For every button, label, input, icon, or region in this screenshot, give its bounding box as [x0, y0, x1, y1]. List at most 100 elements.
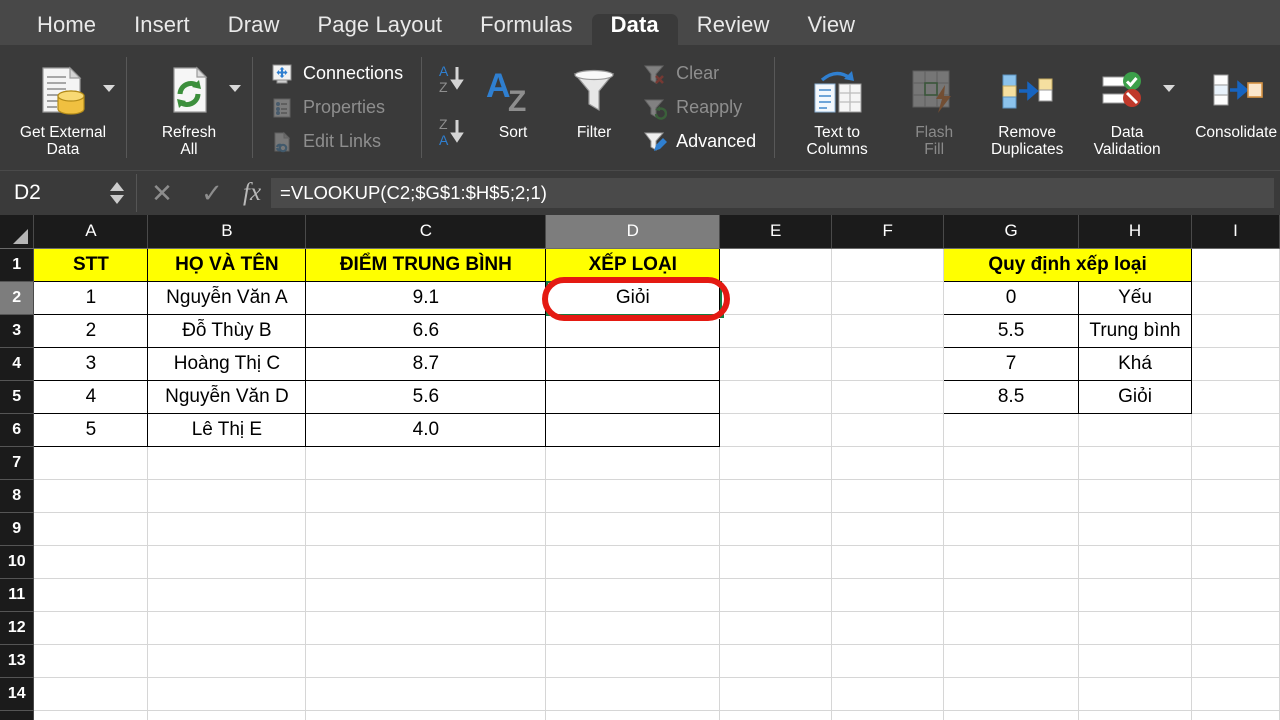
- cell-C7[interactable]: [305, 446, 547, 480]
- row-header-11[interactable]: 11: [0, 578, 35, 612]
- cell-D9[interactable]: [545, 512, 721, 546]
- row-header-4[interactable]: 4: [0, 347, 35, 381]
- insert-function-icon[interactable]: fx: [237, 179, 271, 207]
- cell-E5[interactable]: [719, 380, 833, 414]
- cell-I1[interactable]: [1191, 248, 1280, 282]
- cell-D1[interactable]: XẾP LOẠI: [545, 247, 721, 282]
- cell-A15[interactable]: [33, 710, 149, 720]
- tab-data[interactable]: Data: [591, 14, 678, 47]
- cell-H12[interactable]: [1078, 611, 1193, 645]
- cell-F15[interactable]: [831, 710, 945, 720]
- cell-I8[interactable]: [1191, 479, 1280, 513]
- cell-H3[interactable]: Trung bình: [1078, 313, 1193, 348]
- connections-button[interactable]: Connections: [265, 58, 408, 90]
- cell-F14[interactable]: [831, 677, 945, 711]
- cell-C5[interactable]: 5.6: [305, 379, 547, 414]
- cell-C15[interactable]: [305, 710, 547, 720]
- cell-C13[interactable]: [305, 644, 547, 678]
- cell-G8[interactable]: [943, 479, 1080, 513]
- cell-G7[interactable]: [943, 446, 1080, 480]
- cell-C6[interactable]: 4.0: [305, 412, 547, 447]
- row-header-7[interactable]: 7: [0, 446, 35, 480]
- text-to-columns-button[interactable]: Text to Columns: [783, 52, 891, 164]
- cell-A4[interactable]: 3: [33, 346, 149, 381]
- cell-A9[interactable]: [33, 512, 149, 546]
- cell-B10[interactable]: [147, 545, 307, 579]
- cell-I9[interactable]: [1191, 512, 1280, 546]
- cell-G11[interactable]: [943, 578, 1080, 612]
- cell-I2[interactable]: [1191, 281, 1280, 315]
- fill-handle[interactable]: [718, 312, 725, 319]
- cell-B6[interactable]: Lê Thị E: [147, 412, 307, 447]
- cell-A12[interactable]: [33, 611, 149, 645]
- tab-page-layout[interactable]: Page Layout: [298, 14, 461, 45]
- cell-G5[interactable]: 8.5: [943, 379, 1080, 414]
- row-header-3[interactable]: 3: [0, 314, 35, 348]
- cell-B4[interactable]: Hoàng Thị C: [147, 346, 307, 381]
- cell-I15[interactable]: [1191, 710, 1280, 720]
- cell-I7[interactable]: [1191, 446, 1280, 480]
- spreadsheet-grid[interactable]: A B C D E F G H I 1 STT HỌ VÀ TÊN ĐIỂM T…: [0, 215, 1280, 720]
- cell-G10[interactable]: [943, 545, 1080, 579]
- column-header-H[interactable]: H: [1078, 215, 1193, 249]
- cell-E10[interactable]: [719, 545, 833, 579]
- cell-F4[interactable]: [831, 347, 945, 381]
- column-header-E[interactable]: E: [719, 215, 833, 249]
- cell-D8[interactable]: [545, 479, 721, 513]
- formula-input[interactable]: =VLOOKUP(C2;$G$1:$H$5;2;1): [271, 178, 1274, 208]
- cell-H7[interactable]: [1078, 446, 1193, 480]
- spinner-up-icon[interactable]: [110, 182, 124, 191]
- cell-I11[interactable]: [1191, 578, 1280, 612]
- cell-I10[interactable]: [1191, 545, 1280, 579]
- tab-insert[interactable]: Insert: [115, 14, 209, 45]
- cell-B8[interactable]: [147, 479, 307, 513]
- refresh-all-caret-icon[interactable]: [229, 84, 241, 92]
- tab-review[interactable]: Review: [678, 14, 789, 45]
- cell-A3[interactable]: 2: [33, 313, 149, 348]
- cell-G9[interactable]: [943, 512, 1080, 546]
- cell-B7[interactable]: [147, 446, 307, 480]
- cell-B15[interactable]: [147, 710, 307, 720]
- cell-E8[interactable]: [719, 479, 833, 513]
- cell-I14[interactable]: [1191, 677, 1280, 711]
- cell-F11[interactable]: [831, 578, 945, 612]
- data-validation-button[interactable]: Data Validation: [1077, 52, 1177, 164]
- cell-G1-lookup-title[interactable]: Quy định xếp loại: [943, 247, 1193, 282]
- column-header-C[interactable]: C: [305, 215, 547, 249]
- cell-I12[interactable]: [1191, 611, 1280, 645]
- tab-home[interactable]: Home: [18, 14, 115, 45]
- cell-E4[interactable]: [719, 347, 833, 381]
- cell-H10[interactable]: [1078, 545, 1193, 579]
- cell-A10[interactable]: [33, 545, 149, 579]
- cell-B3[interactable]: Đỗ Thùy B: [147, 313, 307, 348]
- sort-ascending-button[interactable]: A Z: [438, 62, 464, 101]
- cell-A7[interactable]: [33, 446, 149, 480]
- sort-button[interactable]: A Z Sort: [472, 52, 554, 164]
- cell-A13[interactable]: [33, 644, 149, 678]
- cell-F7[interactable]: [831, 446, 945, 480]
- confirm-check-icon[interactable]: ✓: [187, 171, 237, 216]
- cell-D10[interactable]: [545, 545, 721, 579]
- cell-B2[interactable]: Nguyễn Văn A: [147, 280, 307, 315]
- column-header-G[interactable]: G: [943, 215, 1080, 249]
- cell-E3[interactable]: [719, 314, 833, 348]
- row-header-14[interactable]: 14: [0, 677, 35, 711]
- row-header-13[interactable]: 13: [0, 644, 35, 678]
- cell-I4[interactable]: [1191, 347, 1280, 381]
- tab-formulas[interactable]: Formulas: [461, 14, 592, 45]
- tab-view[interactable]: View: [788, 14, 874, 45]
- get-external-data-button[interactable]: Get External Data: [9, 52, 117, 164]
- get-external-data-caret-icon[interactable]: [103, 84, 115, 92]
- cell-C8[interactable]: [305, 479, 547, 513]
- cell-D7[interactable]: [545, 446, 721, 480]
- row-header-12[interactable]: 12: [0, 611, 35, 645]
- cell-B14[interactable]: [147, 677, 307, 711]
- refresh-all-button[interactable]: Refresh All: [135, 52, 243, 164]
- row-header-5[interactable]: 5: [0, 380, 35, 414]
- cell-G13[interactable]: [943, 644, 1080, 678]
- cell-F10[interactable]: [831, 545, 945, 579]
- column-header-I[interactable]: I: [1191, 215, 1280, 249]
- cell-E11[interactable]: [719, 578, 833, 612]
- cell-B11[interactable]: [147, 578, 307, 612]
- cell-E14[interactable]: [719, 677, 833, 711]
